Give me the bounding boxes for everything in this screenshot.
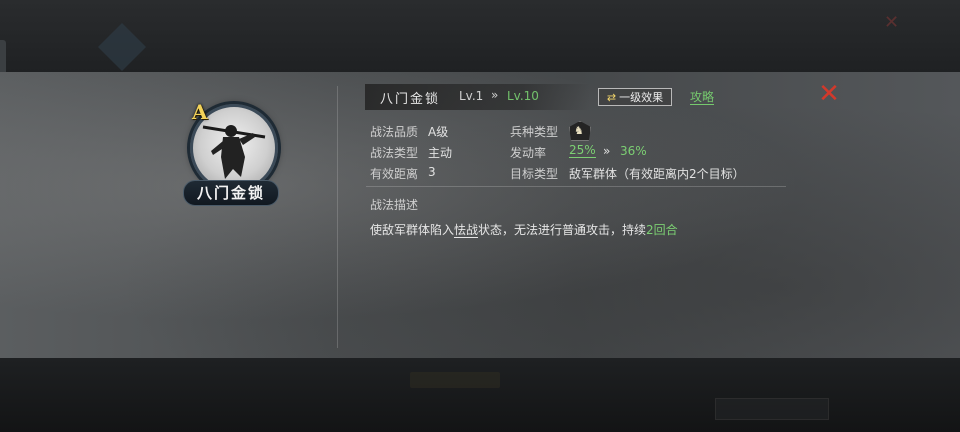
vertical-divider	[337, 86, 338, 348]
trigger-rate-current: 25%	[569, 143, 596, 158]
status-keyword-link[interactable]: 怯战	[454, 223, 479, 238]
skill-type-value: 主动	[428, 146, 453, 160]
dialog-mist-backdrop	[0, 72, 960, 358]
background-chip	[410, 372, 500, 388]
troop-type-label: 兵种类型	[510, 125, 559, 139]
skill-detail-dialog: A 八门金锁 八门金锁 Lv.1 » Lv.10 ⇄ 一级效果 攻略 ✕ 战法品质…	[0, 72, 960, 358]
skill-level-max: Lv.10	[507, 89, 539, 103]
close-x-icon: ✕	[818, 79, 840, 109]
skill-title-plate: 八门金锁	[183, 180, 279, 206]
description-text: 使敌军群体陷入怯战状态，无法进行普通攻击，持续2回合	[370, 221, 678, 238]
skill-grade-badge: A	[192, 100, 208, 124]
trigger-rate-max: 36%	[620, 144, 647, 158]
background-top-bar	[0, 0, 960, 72]
horizontal-divider	[366, 186, 786, 187]
duration-value: 2回合	[646, 223, 678, 237]
description-title: 战法描述	[370, 198, 419, 212]
effect-level-toggle-button[interactable]: ⇄ 一级效果	[598, 88, 672, 106]
close-button[interactable]: ✕	[816, 79, 842, 109]
rate-arrow-icon: »	[603, 144, 611, 158]
trigger-rate-label: 发动率	[510, 146, 547, 160]
quality-value: A级	[428, 125, 449, 139]
effect-level-label: 一级效果	[619, 91, 664, 104]
skill-type-label: 战法类型	[370, 146, 419, 160]
target-type-label: 目标类型	[510, 167, 559, 181]
skill-header-name: 八门金锁	[380, 92, 441, 107]
background-button	[715, 398, 829, 420]
level-arrow-icon: »	[491, 88, 499, 102]
strategy-guide-link[interactable]: 攻略	[690, 90, 715, 105]
range-value: 3	[428, 165, 436, 179]
description-middle: 状态，无法进行普通攻击，持续	[478, 223, 647, 237]
description-prefix: 使敌军群体陷入	[370, 223, 455, 237]
range-label: 有效距离	[370, 167, 419, 181]
skill-level-current: Lv.1	[459, 89, 484, 103]
swap-icon: ⇄	[606, 91, 617, 104]
background-mark-icon: ✕	[884, 12, 900, 33]
quality-label: 战法品质	[370, 125, 419, 139]
background-bottom-bar	[0, 358, 960, 432]
target-type-value: 敌军群体（有效距离内2个目标）	[569, 167, 745, 181]
